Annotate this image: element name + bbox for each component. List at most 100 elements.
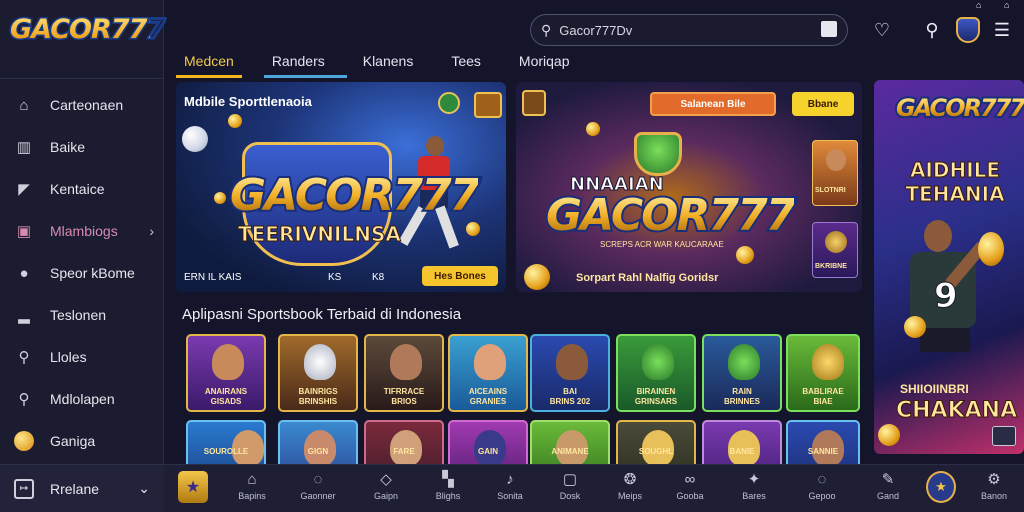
bottom-nav-item[interactable]: ◌ Gaonner [290,469,346,509]
side-card-2[interactable]: BKRIBNE [812,222,858,278]
game-thumbnail [556,344,588,380]
game-card[interactable]: BABLIRAE BIAE [786,334,860,412]
game-card[interactable]: BAI BRINS 202 [530,334,610,412]
chat-icon: ▣ [16,223,32,240]
search-input[interactable]: ⚲ Gacor777Dv [530,14,848,46]
banner2-top-button[interactable]: Salanean Bile [650,92,776,116]
search-icon[interactable]: ⚲ [918,16,946,44]
game-title: GIGN [307,447,329,456]
sidebar-footer-label: Rrelane [50,480,100,497]
game-card[interactable]: AICEAINS GRANIES [448,334,528,412]
game-card[interactable]: BAINRIGS BRINSHIS [278,334,358,412]
banner3-footer-small: SHIIOIINBRI [900,382,969,396]
promo-banner-1[interactable]: Mdbile Sporttlenaoia GACOR777 GACOR777 T… [176,82,506,292]
expand-icon[interactable] [992,426,1016,446]
game-card[interactable]: SANNIE [786,420,860,464]
music-icon: ♪ [506,471,514,488]
trophy-icon [522,90,546,116]
banner3-footer-big: CHAKANA [895,398,1018,424]
game-card[interactable]: GAIN [448,420,528,464]
bottom-nav-item[interactable]: ✦ Bares [726,469,782,509]
sidebar-item-baike[interactable]: ▥ Baike [0,126,164,168]
bottom-nav-item[interactable]: ✎ Gand [860,469,916,509]
sidebar-item-ganiga[interactable]: Ganiga [0,420,164,462]
clipboard-icon[interactable] [821,21,837,37]
game-card[interactable]: SOUGHL [616,420,696,464]
game-thumbnail [304,344,336,380]
bottom-nav-item[interactable]: ⌂ Bapins [224,469,280,509]
game-card[interactable]: BIRAINEN GRINSARS [616,334,696,412]
bottom-nav-item[interactable]: ◇ Gaipn [358,469,414,509]
bell-icon[interactable]: ⌂ [976,0,986,10]
bottom-nav-item[interactable]: ❂ Meips [602,469,658,509]
menu-icon[interactable]: ☰ [988,16,1016,44]
avatar[interactable]: ★ [926,471,956,503]
side-card-1[interactable]: SLOTNRI [812,140,858,206]
sidebar-item-speor-kbome[interactable]: ● Speor kBome [0,252,164,294]
sidebar-footer[interactable]: ↦ Rrelane ⌄ [0,464,164,512]
game-title: SOUGHL [638,447,674,456]
heart-chat-icon[interactable]: ♡ [868,16,896,44]
jersey-number: 9 [934,276,959,317]
sidebar-item-mdlolapen[interactable]: ⚲ Mdlolapen [0,378,164,420]
tab-klanens[interactable]: Klanens [355,50,422,78]
game-card[interactable]: BANIE [702,420,782,464]
bottom-nav-item[interactable]: ▢ Dosk [542,469,598,509]
megaphone-icon: ◤ [18,181,30,198]
sidebar-item-lloles[interactable]: ⚲ Lloles [0,336,164,378]
sidebar-item-kentaice[interactable]: ◤ Kentaice [0,168,164,210]
bottom-nav-item[interactable]: ⚙ Banon [966,469,1022,509]
sidebar-item-mlambiogs[interactable]: ▣ Mlambiogs › [0,210,164,252]
banner2-top-right-button[interactable]: Bbane [792,92,854,116]
game-card[interactable]: ANIMANE [530,420,610,464]
game-card[interactable]: RAIN BRINNES [702,334,782,412]
car-icon: ▂ [18,307,30,324]
bottom-nav-label: Gaipn [373,491,399,501]
sidebar: GACOR777 GACOR777 ⌂ Carteonaen ▥ Baike ◤… [0,0,167,512]
game-title: SOUROLLE [203,447,249,456]
sidebar-item-label: Lloles [50,349,87,365]
building-icon: ▥ [16,139,32,156]
app-logo[interactable]: GACOR777 [10,14,165,58]
bottom-nav: ★ ⌂ Bapins ◌ Gaonner ◇ Gaipn ▚ Blighs ♪ … [164,464,1024,512]
game-title: AICEAINS [468,387,508,396]
bell-icon-2[interactable]: ⌂ [1004,0,1014,10]
game-card[interactable]: GIGN [278,420,358,464]
coin-icon [524,264,550,290]
banner3-logo: GACOR777 [896,94,1024,122]
tab-medcen[interactable]: Medcen [176,50,242,78]
game-card[interactable]: FARE [364,420,444,464]
bottom-nav-item[interactable]: ◌ Gepoo [794,469,850,509]
tab-randers[interactable]: Randers [263,50,347,78]
home-icon: ⌂ [19,96,29,114]
tab-tees[interactable]: Tees [443,50,489,78]
chevron-down-icon: ⌄ [138,480,150,496]
gear-icon: ⚙ [987,471,1001,488]
sidebar-item-teslonen[interactable]: ▂ Teslonen [0,294,164,336]
game-subtitle: BRIOS [391,397,417,406]
star-icon: ✦ [747,471,761,488]
bottom-nav-label: Banon [980,491,1008,501]
bottom-nav-item[interactable]: ∞ Gooba [662,469,718,509]
game-subtitle: GRANIES [469,397,507,406]
game-title: SANNIE [807,447,839,456]
game-subtitle: BRINNES [723,397,760,406]
promo-banner-3[interactable]: GACOR777 GACOR777 AIDHILE TEHANIA 9 SHII… [874,80,1024,454]
cube-icon: ◇ [380,471,392,488]
sidebar-item-carteonaen[interactable]: ⌂ Carteonaen [0,84,164,126]
promo-banner-2[interactable]: Salanean Bile Bbane NNAAIAN GACOR777 GAC… [516,82,862,292]
game-card[interactable]: TIFRRACE BRIOS [364,334,444,412]
banner1-button[interactable]: Hes Bones [422,266,498,286]
bottom-nav-item[interactable]: ♪ Sonita [482,469,538,509]
bottom-nav-home-button[interactable]: ★ [178,471,208,503]
tab-bar: Medcen Randers Klanens Tees Moriqap [176,50,600,78]
badge-icon [438,92,460,114]
avatar[interactable] [954,16,982,44]
game-card[interactable]: SOUROLLE [186,420,266,464]
square-icon: ▢ [562,471,578,488]
banner-title: Mdbile Sporttlenaoia [184,94,312,109]
ball-icon: ❂ [623,471,637,488]
bottom-nav-item[interactable]: ▚ Blighs [420,469,476,509]
game-card[interactable]: ANAIRANS GISADS [186,334,266,412]
tab-moriqap[interactable]: Moriqap [511,50,578,78]
